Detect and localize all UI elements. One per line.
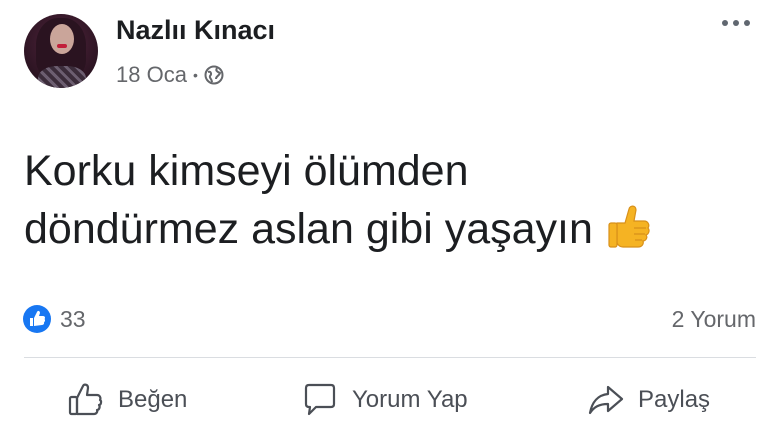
comments-count[interactable]: 2 Yorum (672, 306, 756, 333)
post-text-line-2: döndürmez aslan gibi yaşayın (24, 200, 764, 258)
reactions-summary[interactable]: 33 (22, 304, 86, 334)
divider (24, 357, 756, 358)
share-arrow-icon (588, 385, 624, 415)
avatar-face (50, 24, 74, 54)
comment-bubble-icon (304, 383, 336, 416)
more-dot-icon (733, 20, 739, 26)
post-text-line-2-text: döndürmez aslan gibi yaşayın (24, 205, 593, 253)
thumbs-up-icon (68, 383, 103, 416)
reaction-count: 33 (60, 305, 86, 332)
avatar-lips (57, 44, 67, 48)
facebook-post: Nazlıı Kınacı 18 Oca • Korku kimseyi ölü… (0, 0, 780, 445)
share-label: Paylaş (638, 386, 711, 413)
post-text-line-1: Korku kimseyi ölümden (24, 147, 469, 195)
comment-button[interactable]: Yorum Yap (300, 380, 468, 420)
share-button[interactable]: Paylaş (586, 380, 710, 420)
more-dot-icon (722, 20, 728, 26)
like-reaction-icon (23, 305, 51, 333)
more-dot-icon (744, 20, 750, 26)
like-button[interactable]: Beğen (66, 380, 187, 420)
author-name[interactable]: Nazlıı Kınacı (116, 15, 275, 46)
post-meta: 18 Oca • (116, 62, 224, 88)
post-date[interactable]: 18 Oca (116, 62, 187, 88)
action-bar: Beğen Yorum Yap Paylaş (0, 372, 780, 434)
globe-icon[interactable] (204, 65, 224, 85)
thumbs-up-emoji-icon (608, 205, 650, 248)
meta-separator: • (192, 67, 198, 83)
comment-label: Yorum Yap (352, 386, 468, 413)
avatar[interactable] (24, 14, 98, 88)
avatar-shirt (38, 66, 86, 88)
more-options-button[interactable] (722, 20, 750, 26)
post-text: Korku kimseyi ölümden döndürmez aslan gi… (24, 142, 764, 258)
like-label: Beğen (118, 386, 188, 413)
